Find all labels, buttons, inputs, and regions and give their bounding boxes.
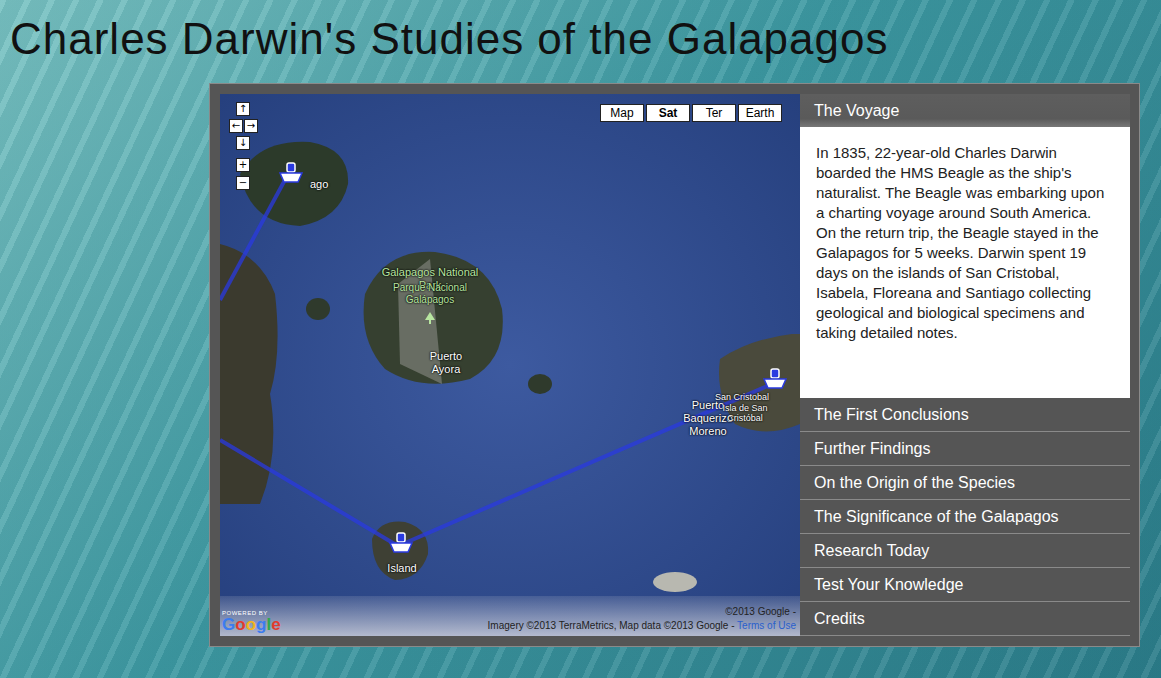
accordion-header[interactable]: Further Findings — [800, 432, 1130, 466]
page: Charles Darwin's Studies of the Galapago… — [0, 0, 1161, 678]
map-label: Isla de San Cristóbal — [715, 403, 775, 423]
pan-button[interactable]: ← — [229, 119, 243, 133]
accordion-header[interactable]: The Significance of the Galapagos — [800, 500, 1130, 534]
accordion-header[interactable]: Research Today — [800, 534, 1130, 568]
pan-button[interactable]: ↓ — [236, 136, 250, 150]
map-type-button[interactable]: Map — [600, 104, 644, 122]
map-label: Island — [387, 562, 416, 575]
map-type-button[interactable]: Sat — [646, 104, 690, 122]
terms-link[interactable]: Terms of Use — [737, 620, 796, 631]
pan-button[interactable]: ↑ — [236, 102, 250, 116]
accordion-content: In 1835, 22-year-old Charles Darwin boar… — [800, 127, 1130, 398]
map-type-buttons: MapSatTerEarth — [600, 104, 782, 122]
zoom-button[interactable]: + — [236, 158, 250, 172]
accordion-header[interactable]: The Voyage — [800, 94, 1130, 127]
content-panel: agoGalapagos National ParkParque Naciona… — [209, 83, 1140, 647]
park-icon — [425, 312, 435, 324]
accordion-header[interactable]: Test Your Knowledge — [800, 568, 1130, 602]
map-type-button[interactable]: Earth — [738, 104, 782, 122]
attribution-bar: POWERED BY Google ©2013 Google - Imagery… — [220, 596, 800, 636]
map-label: ago — [310, 178, 328, 191]
map-type-button[interactable]: Ter — [692, 104, 736, 122]
pan-button[interactable]: → — [244, 119, 258, 133]
map[interactable]: agoGalapagos National ParkParque Naciona… — [220, 94, 800, 636]
ship-marker-icon[interactable] — [278, 160, 304, 186]
ship-marker-icon[interactable] — [388, 530, 414, 556]
accordion: The Voyage In 1835, 22-year-old Charles … — [800, 94, 1130, 636]
page-title: Charles Darwin's Studies of the Galapago… — [0, 0, 1161, 83]
accordion-header[interactable]: Credits — [800, 602, 1130, 636]
map-label: Parque Nacional Galápagos — [385, 282, 475, 306]
map-label: Puerto Ayora — [421, 350, 471, 376]
zoom-button[interactable]: − — [236, 176, 250, 190]
accordion-header[interactable]: On the Origin of the Species — [800, 466, 1130, 500]
accordion-header[interactable]: The First Conclusions — [800, 398, 1130, 432]
google-logo: POWERED BY Google — [222, 610, 281, 633]
ship-marker-icon[interactable] — [762, 366, 788, 392]
map-imagery — [220, 94, 800, 636]
attribution-text: ©2013 Google - Imagery ©2013 TerraMetric… — [488, 605, 796, 633]
map-label: San Cristobal — [707, 392, 777, 402]
